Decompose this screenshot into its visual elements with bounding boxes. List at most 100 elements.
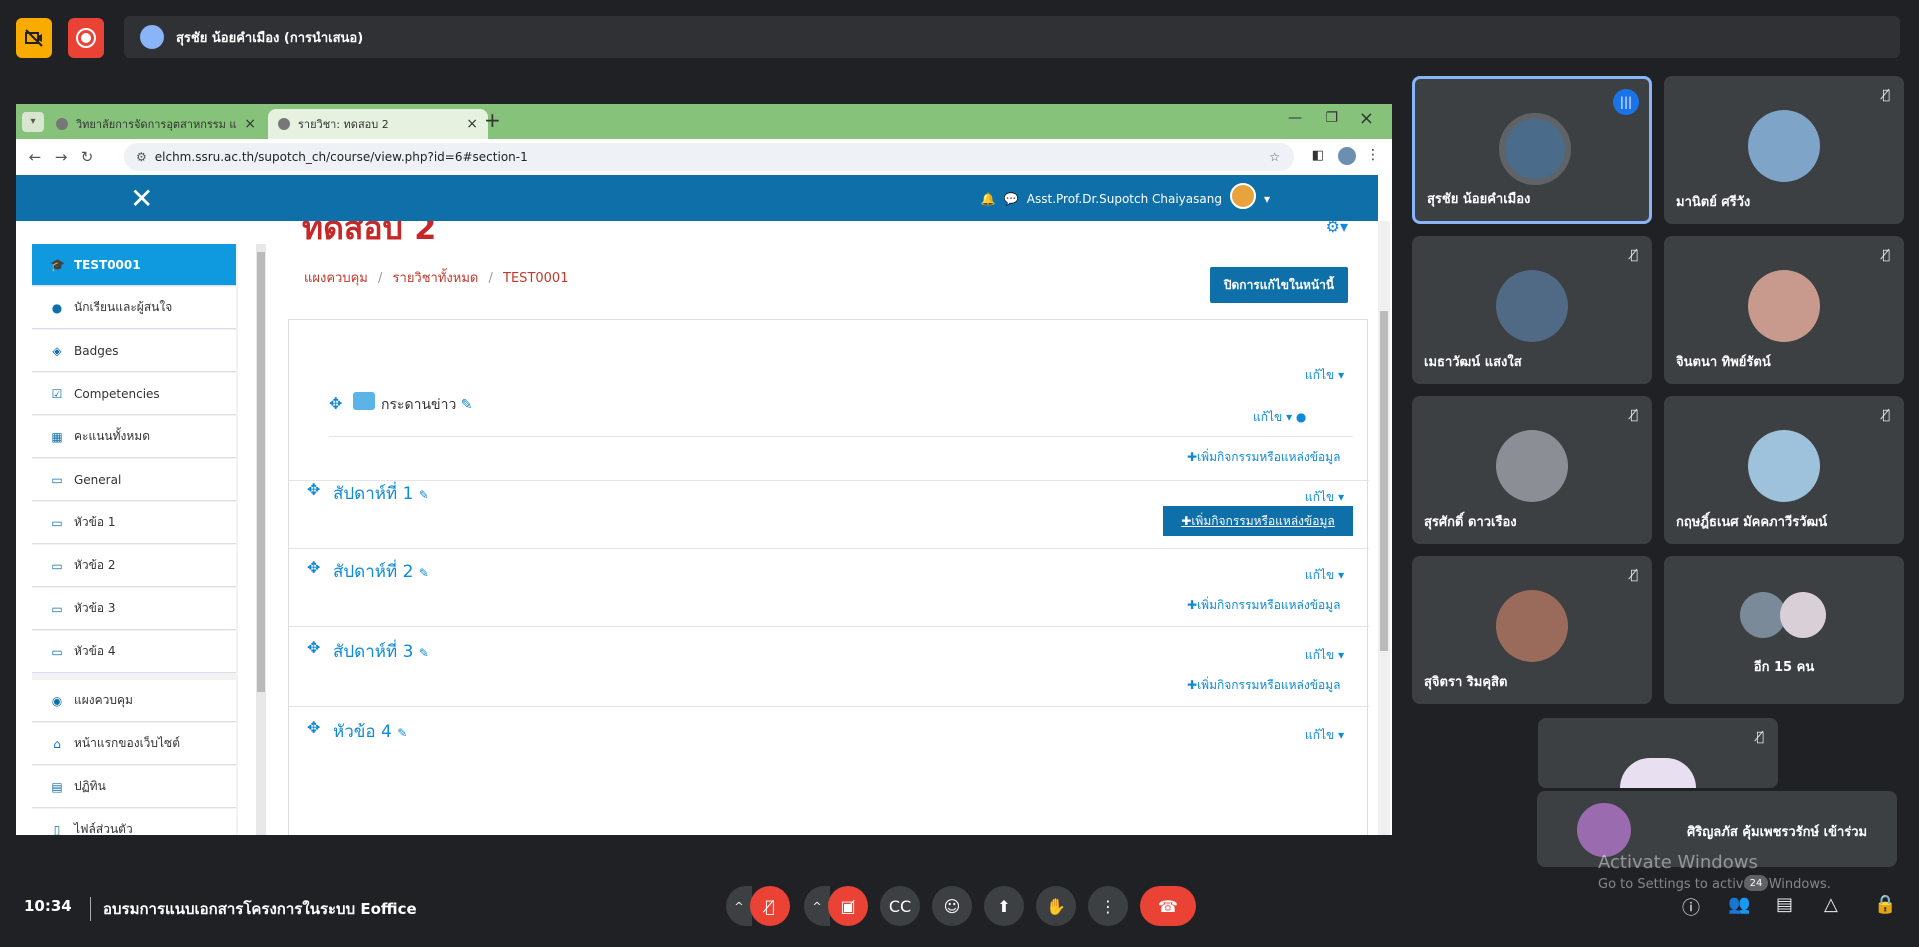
chat-icon[interactable]: ▤ — [1776, 894, 1793, 915]
participant-tile[interactable]: ||| สุรชัย น้อยคำเมือง — [1412, 76, 1652, 224]
people-icon[interactable]: 👥 — [1728, 894, 1750, 915]
tab-college[interactable]: วิทยาลัยการจัดการอุตสาหกรรม และท่ × — [46, 109, 266, 139]
move-icon[interactable]: ✥ — [307, 558, 320, 577]
sidebar-item-topic-2[interactable]: ▭ หัวข้อ 2 — [32, 545, 236, 587]
breadcrumb-all-courses[interactable]: รายวิชาทั้งหมด — [393, 271, 479, 286]
close-tab-icon[interactable]: × — [466, 116, 478, 132]
edit-menu-section-4[interactable]: แก้ไข ▾ — [1305, 726, 1344, 745]
info-icon[interactable]: ⓘ — [1682, 894, 1700, 920]
no-camera-icon[interactable] — [16, 18, 52, 58]
main-scrollbar[interactable] — [1378, 221, 1390, 835]
scroll-thumb[interactable] — [1380, 311, 1388, 651]
sidebar-item-home[interactable]: ⌂ หน้าแรกของเว็บไซต์ — [32, 723, 236, 765]
reload-icon[interactable]: ↻ — [74, 148, 100, 166]
section-title-4[interactable]: หัวข้อ 4 ✎ — [333, 718, 407, 745]
sidebar-item-topic-3[interactable]: ▭ หัวข้อ 3 — [32, 588, 236, 630]
leave-call-button[interactable]: ☎ — [1140, 886, 1196, 926]
avatar — [1496, 270, 1568, 342]
new-tab-icon[interactable]: + — [484, 108, 501, 132]
dashboard-icon: ◉ — [51, 693, 63, 708]
record-icon[interactable] — [68, 18, 104, 58]
add-activity-button-highlighted[interactable]: ✚ เพิ่มกิจกรรมหรือแหล่งข้อมูล — [1163, 506, 1353, 536]
camera-options-chevron-icon[interactable]: ^ — [804, 886, 830, 926]
section-title-3[interactable]: สัปดาห์ที่ 3 ✎ — [333, 638, 429, 665]
forward-icon[interactable]: → — [48, 148, 74, 166]
message-icon[interactable]: 💬 — [1004, 192, 1019, 206]
camera-off-button[interactable]: ▣̸ — [828, 886, 868, 926]
sidebar-item-grades[interactable]: ▦ คะแนนทั้งหมด — [32, 416, 236, 458]
edit-pencil-icon: ✎ — [418, 488, 429, 502]
mic-options-chevron-icon[interactable]: ^ — [726, 886, 752, 926]
host-controls-icon[interactable]: 🔒 — [1874, 894, 1896, 915]
move-icon[interactable]: ✥ — [329, 394, 342, 413]
add-activity-link[interactable]: ✚เพิ่มกิจกรรมหรือแหล่งข้อมูล — [1187, 596, 1340, 615]
sidebar-item-files[interactable]: ▯ ไฟล์ส่วนตัว — [32, 809, 236, 835]
emoji-button[interactable]: ☺ — [932, 886, 972, 926]
site-info-icon[interactable]: ⚙ — [136, 150, 147, 164]
captions-button[interactable]: CC — [880, 886, 920, 926]
minimize-icon[interactable]: — — [1288, 110, 1302, 126]
edit-pencil-icon: ✎ — [460, 397, 473, 413]
sidebar-item-topic-4[interactable]: ▭ หัวข้อ 4 — [32, 631, 236, 673]
profile-icon[interactable] — [1338, 147, 1356, 165]
close-tab-icon[interactable]: × — [244, 116, 256, 132]
sidebar-item-competencies[interactable]: ☑ Competencies — [32, 373, 236, 415]
breadcrumb-course[interactable]: TEST0001 — [503, 271, 568, 286]
move-icon[interactable]: ✥ — [307, 718, 320, 737]
others-tile[interactable]: อีก 15 คน — [1664, 556, 1904, 704]
participant-tile[interactable]: 🎙̸ จินตนา ทิพย์รัตน์ — [1664, 236, 1904, 384]
edit-menu-section-1[interactable]: แก้ไข ▾ — [1305, 488, 1344, 507]
url-bar[interactable]: ⚙ elchm.ssru.ac.th/supotch_ch/course/vie… — [124, 143, 1294, 171]
browser-menu-icon[interactable]: ⋮ — [1366, 147, 1380, 163]
presenter-avatar — [140, 25, 164, 49]
sidebar-item-dashboard[interactable]: ◉ แผงควบคุม — [32, 680, 236, 722]
edit-menu-forum[interactable]: แก้ไข ▾ ● — [1253, 408, 1306, 427]
user-icon: ● — [1295, 410, 1307, 424]
sidepanel-icon[interactable]: ◧ — [1312, 148, 1324, 163]
move-icon[interactable]: ✥ — [307, 638, 320, 657]
turn-editing-off-button[interactable]: ปิดการแก้ไขในหน้านี้ — [1210, 267, 1348, 303]
add-activity-link[interactable]: ✚เพิ่มกิจกรรมหรือแหล่งข้อมูล — [1187, 448, 1340, 467]
move-icon[interactable]: ✥ — [307, 480, 320, 499]
edit-menu-general[interactable]: แก้ไข ▾ — [1305, 366, 1344, 385]
forum-link[interactable]: กระดานข่าว ✎ — [381, 394, 473, 416]
user-menu[interactable]: 🔔 💬 Asst.Prof.Dr.Supotch Chaiyasang ▾ — [981, 183, 1270, 209]
file-icon: ▯ — [53, 822, 61, 836]
close-window-icon[interactable]: × — [1359, 108, 1374, 129]
participant-tile[interactable]: 🎙̸ เมธาวัฒน์ แสงใส — [1412, 236, 1652, 384]
gear-icon[interactable]: ⚙▾ — [1326, 221, 1348, 236]
sidebar-item-topic-1[interactable]: ▭ หัวข้อ 1 — [32, 502, 236, 544]
sidebar-item-badges[interactable]: ◈ Badges — [32, 330, 236, 372]
sidebar-item-general[interactable]: ▭ General — [32, 459, 236, 501]
home-icon: ⌂ — [53, 736, 61, 751]
sidebar-item-course[interactable]: 🎓 TEST0001 — [32, 244, 236, 286]
participant-tile[interactable]: 🎙̸ สุจิตรา ริมคุสิต — [1412, 556, 1652, 704]
edit-menu-section-3[interactable]: แก้ไข ▾ — [1305, 646, 1344, 665]
present-screen-button[interactable]: ⬆ — [984, 886, 1024, 926]
table-icon: ▦ — [51, 429, 63, 444]
more-options-button[interactable]: ⋮ — [1088, 886, 1128, 926]
sidebar-item-participants[interactable]: ● นักเรียนและผู้สนใจ — [32, 287, 236, 329]
tab-search-icon[interactable]: ▾ — [22, 112, 44, 132]
breadcrumb-dashboard[interactable]: แผงควบคุม — [304, 271, 368, 286]
participant-tile[interactable]: 🎙̸ — [1538, 718, 1778, 788]
back-icon[interactable]: ← — [22, 148, 48, 166]
scroll-thumb[interactable] — [257, 252, 265, 692]
bookmark-star-icon[interactable]: ☆ — [1269, 150, 1280, 164]
participant-tile[interactable]: 🎙̸ มานิตย์ ศรีวัง — [1664, 76, 1904, 224]
close-drawer-icon[interactable]: ✕ — [130, 182, 153, 215]
tab-course[interactable]: รายวิชา: ทดสอบ 2 × — [268, 109, 488, 139]
sidebar-scrollbar[interactable] — [256, 244, 266, 835]
restore-icon[interactable]: ❐ — [1325, 110, 1338, 126]
bell-icon[interactable]: 🔔 — [981, 192, 996, 206]
mic-off-button[interactable]: 🎙̸ — [750, 886, 790, 926]
sidebar-item-calendar[interactable]: ▤ ปฏิทิน — [32, 766, 236, 808]
edit-menu-section-2[interactable]: แก้ไข ▾ — [1305, 566, 1344, 585]
participant-tile[interactable]: 🎙̸ กฤษฎิ์ธเนศ มัคคภาวีรวัฒน์ — [1664, 396, 1904, 544]
raise-hand-button[interactable]: ✋ — [1036, 886, 1076, 926]
add-activity-link[interactable]: ✚เพิ่มกิจกรรมหรือแหล่งข้อมูล — [1187, 676, 1340, 695]
activities-icon[interactable]: △ — [1824, 894, 1838, 915]
section-title-1[interactable]: สัปดาห์ที่ 1 ✎ — [333, 480, 429, 507]
section-title-2[interactable]: สัปดาห์ที่ 2 ✎ — [333, 558, 429, 585]
participant-tile[interactable]: 🎙̸ สุรศักดิ์ ดาวเรือง — [1412, 396, 1652, 544]
